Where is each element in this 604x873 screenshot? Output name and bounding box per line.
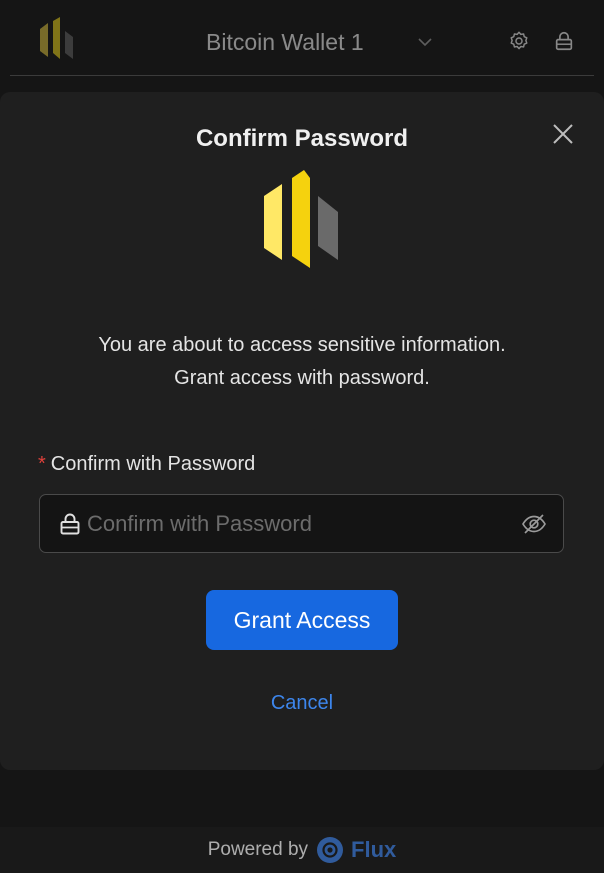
message-line-2: Grant access with password. [174, 367, 430, 389]
gear-icon[interactable] [508, 30, 530, 52]
password-label-text: Confirm with Password [50, 453, 256, 475]
password-input[interactable] [87, 505, 507, 543]
app-logo [40, 17, 73, 59]
required-marker: * [38, 453, 46, 475]
chevron-down-icon[interactable] [416, 33, 434, 51]
wallet-selector-title[interactable]: Bitcoin Wallet 1 [206, 29, 364, 56]
flux-brand-text: Flux [351, 837, 397, 862]
confirm-password-modal: Confirm Password You are about to access… [0, 92, 604, 770]
eye-slash-icon[interactable] [521, 512, 547, 536]
lock-icon[interactable] [553, 30, 575, 52]
powered-by: Powered by Flux [0, 827, 604, 873]
cancel-link-text[interactable]: Cancel [271, 692, 333, 714]
footer: Powered by Flux [0, 827, 604, 873]
header: Bitcoin Wallet 1 [0, 0, 604, 84]
access-message: You are about to access sensitive inform… [0, 329, 604, 395]
header-divider [10, 75, 594, 76]
password-field [39, 494, 564, 553]
close-icon[interactable] [550, 121, 576, 147]
lock-icon [60, 513, 80, 535]
flux-logo-icon [317, 837, 344, 863]
app-logo-large [264, 170, 338, 268]
modal-title: Confirm Password [195, 125, 409, 152]
app-root: Bitcoin Wallet 1 Confirm Password You ar… [0, 0, 604, 873]
password-field-label: * Confirm with Password [38, 453, 255, 476]
message-line-1: You are about to access sensitive inform… [98, 334, 506, 356]
cancel-link: Cancel [0, 692, 604, 715]
grant-access-button[interactable]: Grant Access [206, 590, 398, 650]
powered-by-text: Powered by [207, 839, 309, 860]
